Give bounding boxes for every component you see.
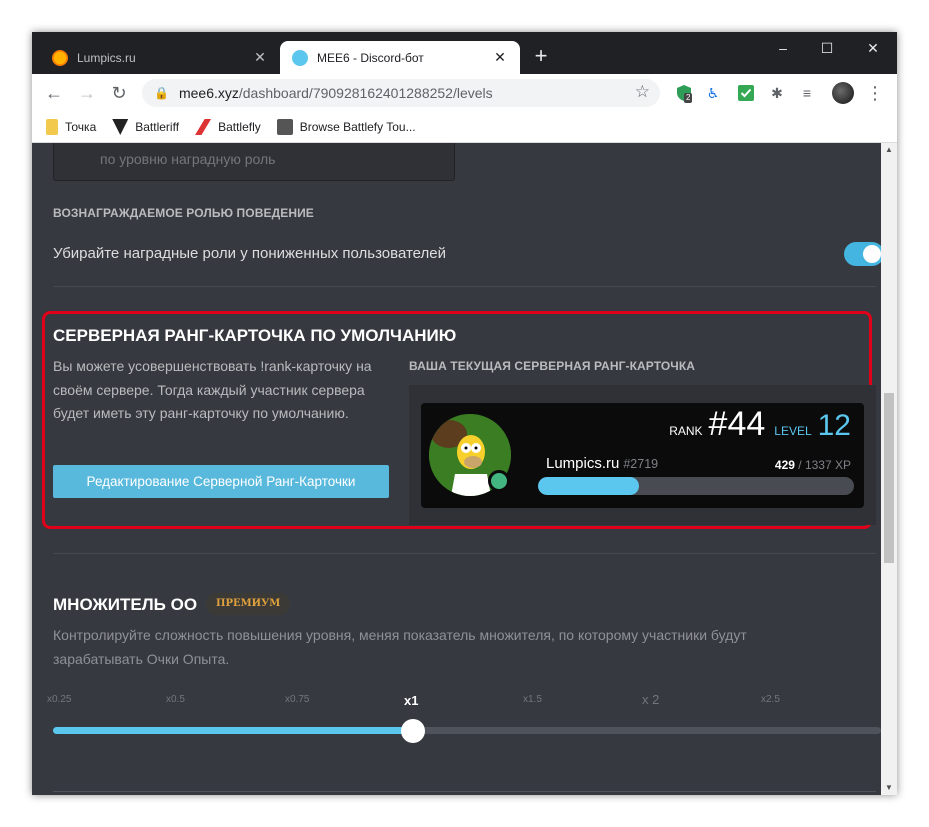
close-tab-icon[interactable]: ✕	[492, 49, 508, 66]
scroll-up-icon[interactable]: ▲	[881, 143, 897, 157]
menu-kebab-icon[interactable]: ⋮	[866, 82, 884, 104]
close-window-button[interactable]: ✕	[858, 38, 888, 58]
minimize-button[interactable]: –	[768, 38, 798, 58]
rank-value: #44	[708, 405, 766, 443]
bookmark-label: Точка	[65, 120, 97, 134]
maximize-button[interactable]: ☐	[812, 38, 842, 58]
accessibility-extension-icon[interactable]: ♿	[704, 84, 722, 102]
xp-total: / 1337 XP	[798, 458, 851, 472]
username-text: Lumpics.ru	[546, 455, 620, 472]
current-rank-card-heading: ВАША ТЕКУЩАЯ СЕРВЕРНАЯ РАНГ-КАРТОЧКА	[409, 359, 696, 373]
tick-x0.25[interactable]: x0.25	[47, 694, 71, 705]
level-value: 12	[817, 409, 851, 442]
divider	[53, 553, 876, 554]
page-content: по уровню наградную роль ВОЗНАГРАЖДАЕМОЕ…	[32, 143, 897, 795]
multiplier-slider-track[interactable]	[53, 727, 881, 734]
address-bar[interactable]: 🔒 mee6.xyz/dashboard/790928162401288252/…	[142, 79, 660, 107]
multiplier-description: Контролируйте сложность повышения уровня…	[53, 627, 747, 667]
bookmarks-bar: Точка Battleriff Battlefly Browse Battle…	[32, 112, 897, 143]
premium-badge: ПРЕМИУМ	[206, 593, 291, 615]
shield-extension-icon[interactable]: 2	[675, 84, 693, 103]
tick-x0.75[interactable]: x0.75	[285, 694, 309, 705]
xp-progress-bar	[538, 477, 854, 495]
xp-progress-fill	[538, 477, 640, 495]
online-status-dot	[488, 470, 510, 492]
tick-x0.5[interactable]: x0.5	[166, 694, 185, 705]
puzzle-extensions-icon[interactable]: ✱	[768, 84, 786, 102]
rank-card-preview: RANK #44 LEVEL 12 Lumpics.ru #2719 429 / …	[421, 403, 864, 508]
level-label: LEVEL	[774, 424, 812, 438]
extension-badge: 2	[684, 93, 693, 103]
behavior-label: Убирайте наградные роли у пониженных пол…	[53, 245, 446, 262]
forward-arrow-icon[interactable]: →	[75, 81, 99, 105]
bookmark-star-icon[interactable]: ☆	[635, 82, 650, 102]
edit-rank-card-button[interactable]: Редактирование Серверной Ранг-Карточки	[53, 465, 389, 498]
tick-x2[interactable]: x 2	[642, 692, 659, 707]
new-tab-button[interactable]: +	[530, 45, 552, 68]
role-select-box[interactable]: по уровню наградную роль	[53, 143, 455, 181]
rank-card-title: СЕРВЕРНАЯ РАНГ-КАРТОЧКА ПО УМОЛЧАНИЮ	[53, 326, 457, 345]
bookmark-battlefly[interactable]: Battlefly	[195, 119, 261, 135]
battlefly-icon	[195, 119, 212, 135]
tab-lumpics[interactable]: Lumpics.ru ✕	[40, 41, 280, 74]
browser-toolbar: ← → ↻ 🔒 mee6.xyz/dashboard/7909281624012…	[32, 74, 897, 112]
tick-x1.5[interactable]: x1.5	[523, 694, 542, 705]
multiplier-title: МНОЖИТЕЛЬ ОО	[53, 595, 198, 614]
bookmark-label: Battleriff	[135, 120, 180, 134]
xp-readout: 429 / 1337 XP	[775, 458, 851, 472]
remove-roles-toggle[interactable]	[844, 242, 884, 266]
media-control-icon[interactable]: ≡	[798, 84, 816, 102]
bookmark-battlefy[interactable]: Browse Battlefy Tou...	[276, 119, 416, 135]
tab-strip: Lumpics.ru ✕ MEE6 - Discord-бот ✕ + – ☐ …	[32, 32, 897, 74]
page-scrollbar[interactable]: ▲ ▼	[881, 143, 897, 795]
checkmark-extension-icon[interactable]	[737, 84, 755, 102]
scroll-down-icon[interactable]: ▼	[881, 781, 897, 795]
tab-mee6[interactable]: MEE6 - Discord-бот ✕	[280, 41, 520, 74]
reload-icon[interactable]: ↻	[107, 81, 131, 105]
tab-title: MEE6 - Discord-бот	[317, 50, 424, 65]
folder-icon	[46, 119, 58, 135]
bookmark-tochka[interactable]: Точка	[46, 119, 96, 135]
url-host: mee6.xyz	[178, 85, 239, 101]
profile-avatar[interactable]	[832, 82, 854, 104]
multiplier-slider-handle[interactable]	[401, 719, 426, 743]
rank-label: RANK	[669, 424, 703, 438]
tab-title: Lumpics.ru	[77, 50, 136, 65]
rank-line: RANK #44 LEVEL 12	[669, 405, 851, 444]
username: Lumpics.ru #2719	[546, 455, 658, 472]
discriminator: #2719	[623, 457, 659, 471]
divider	[53, 286, 876, 287]
lock-icon: 🔒	[154, 86, 169, 100]
tick-x2.5[interactable]: x2.5	[761, 694, 780, 705]
tick-x1[interactable]: x1	[404, 693, 418, 708]
browser-window: Lumpics.ru ✕ MEE6 - Discord-бот ✕ + – ☐ …	[32, 32, 897, 795]
divider	[53, 791, 876, 792]
multiplier-slider-fill	[53, 727, 414, 734]
behavior-heading: ВОЗНАГРАЖДАЕМОЕ РОЛЬЮ ПОВЕДЕНИЕ	[53, 206, 314, 220]
bookmark-label: Battlefly	[218, 120, 261, 134]
scrollbar-thumb[interactable]	[884, 393, 894, 563]
close-tab-icon[interactable]: ✕	[252, 49, 268, 66]
toggle-knob	[863, 245, 881, 263]
bookmark-battleriff[interactable]: Battleriff	[112, 119, 179, 135]
battleriff-icon	[112, 119, 129, 135]
rank-card-description: Вы можете усовершенствовать !rank-карточ…	[53, 358, 372, 421]
url-path: /dashboard/790928162401288252/levels	[238, 85, 493, 101]
role-placeholder: по уровню наградную роль	[100, 151, 276, 167]
back-arrow-icon[interactable]: ←	[42, 81, 66, 105]
xp-current: 429	[774, 458, 795, 472]
lumpics-favicon-icon	[52, 49, 68, 66]
mee6-favicon-icon	[292, 49, 308, 66]
bookmark-label: Browse Battlefy Tou...	[299, 120, 416, 134]
battlefy-icon	[276, 119, 293, 135]
